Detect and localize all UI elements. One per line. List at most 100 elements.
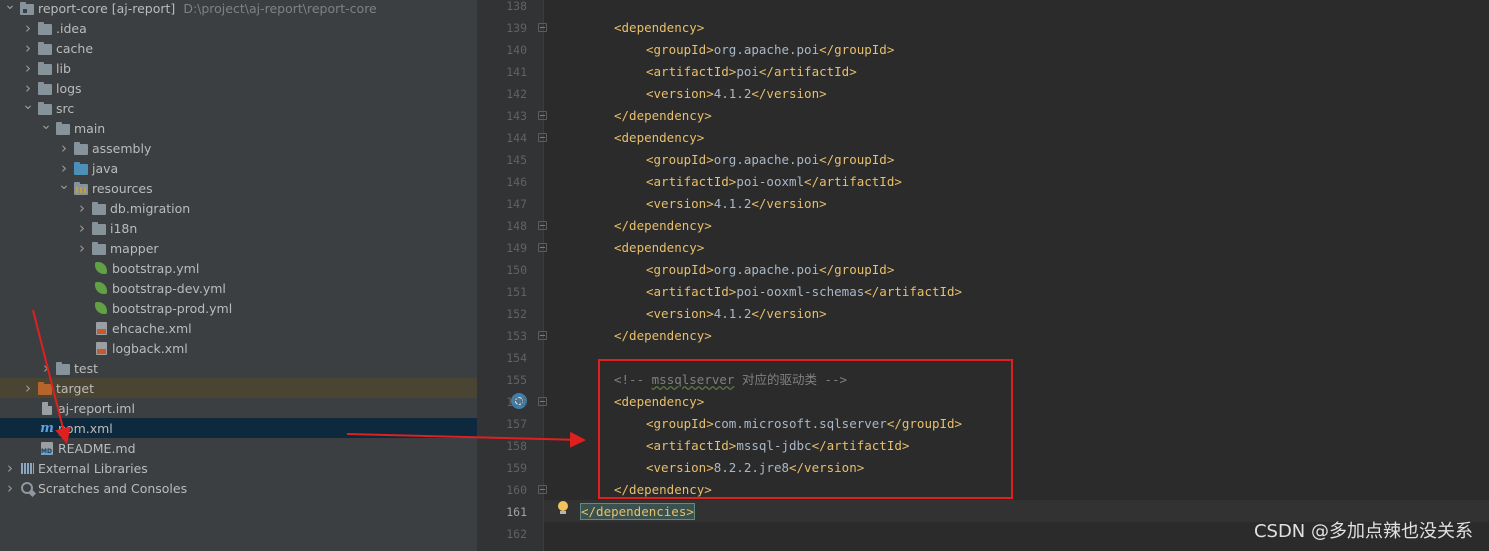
tree-item-ehcache-xml[interactable]: ehcache.xml	[0, 318, 477, 338]
code-line[interactable]: <dependency>	[614, 127, 704, 149]
tree-item-target[interactable]: target	[0, 378, 477, 398]
tree-item-db-migration[interactable]: db.migration	[0, 198, 477, 218]
line-number[interactable]: 150	[477, 259, 527, 281]
line-number[interactable]: 153	[477, 325, 527, 347]
code-line[interactable]: <groupId>org.apache.poi</groupId>	[646, 149, 894, 171]
line-number[interactable]: 145	[477, 149, 527, 171]
chevron-right-icon[interactable]	[76, 198, 88, 218]
line-number[interactable]: 158	[477, 435, 527, 457]
tree-item-mapper[interactable]: mapper	[0, 238, 477, 258]
tree-item-bootstrap-dev-yml[interactable]: bootstrap-dev.yml	[0, 278, 477, 298]
tree-item-label: .idea	[56, 20, 87, 36]
tree-item-main[interactable]: main	[0, 118, 477, 138]
tree-item-i18n[interactable]: i18n	[0, 218, 477, 238]
fold-marker-icon[interactable]	[538, 133, 547, 142]
line-number[interactable]: 147	[477, 193, 527, 215]
tree-item-idea[interactable]: .idea	[0, 18, 477, 38]
line-number[interactable]: 143	[477, 105, 527, 127]
code-line[interactable]: <version>4.1.2</version>	[646, 83, 827, 105]
code-line[interactable]: <version>4.1.2</version>	[646, 303, 827, 325]
library-icon	[20, 461, 34, 475]
tree-item-bootstrap-prod-yml[interactable]: bootstrap-prod.yml	[0, 298, 477, 318]
tree-item-readme-md[interactable]: README.md	[0, 438, 477, 458]
tree-item-assembly[interactable]: assembly	[0, 138, 477, 158]
code-line[interactable]: <artifactId>poi</artifactId>	[646, 61, 857, 83]
chevron-right-icon[interactable]	[22, 58, 34, 78]
tree-item-src[interactable]: src	[0, 98, 477, 118]
line-number[interactable]: 160	[477, 479, 527, 501]
code-line[interactable]: </dependency>	[614, 215, 712, 237]
line-number[interactable]: 148	[477, 215, 527, 237]
chevron-right-icon[interactable]	[22, 378, 34, 398]
fold-marker-icon[interactable]	[538, 111, 547, 120]
tree-item-aj-report-iml[interactable]: aj-report.iml	[0, 398, 477, 418]
code-token: </groupId>	[819, 42, 895, 57]
chevron-down-icon[interactable]	[40, 118, 52, 138]
project-tree-panel[interactable]: report-core [aj-report] D:\project\aj-re…	[0, 0, 477, 551]
line-number[interactable]: 139	[477, 17, 527, 39]
tree-root-report-core[interactable]: report-core [aj-report] D:\project\aj-re…	[0, 0, 477, 18]
tree-item-java[interactable]: java	[0, 158, 477, 178]
fold-marker-icon[interactable]	[538, 23, 547, 32]
line-number[interactable]: 161	[477, 501, 527, 523]
chevron-right-icon[interactable]	[76, 218, 88, 238]
line-number[interactable]: 157	[477, 413, 527, 435]
lightbulb-icon[interactable]	[556, 501, 570, 517]
line-number[interactable]: 156	[477, 391, 527, 413]
line-number[interactable]: 142	[477, 83, 527, 105]
line-number[interactable]: 138	[477, 0, 527, 17]
fold-marker-icon[interactable]	[538, 331, 547, 340]
chevron-right-icon[interactable]	[4, 478, 16, 498]
chevron-right-icon[interactable]	[4, 458, 16, 478]
tree-item-test[interactable]: test	[0, 358, 477, 378]
line-number[interactable]: 140	[477, 39, 527, 61]
fold-marker-icon[interactable]	[538, 397, 547, 406]
tree-item-external-libraries[interactable]: External Libraries	[0, 458, 477, 478]
line-number[interactable]: 149	[477, 237, 527, 259]
line-number[interactable]: 152	[477, 303, 527, 325]
line-number[interactable]: 159	[477, 457, 527, 479]
fold-marker-icon[interactable]	[538, 221, 547, 230]
code-line[interactable]: <dependency>	[614, 17, 704, 39]
code-line[interactable]: <artifactId>poi-ooxml</artifactId>	[646, 171, 902, 193]
tree-item-pom-xml[interactable]: m pom.xml	[0, 418, 477, 438]
line-number[interactable]: 146	[477, 171, 527, 193]
chevron-right-icon[interactable]	[58, 158, 70, 178]
tree-item-lib[interactable]: lib	[0, 58, 477, 78]
chevron-down-icon[interactable]	[22, 98, 34, 118]
line-number[interactable]: 144	[477, 127, 527, 149]
code-line[interactable]: <artifactId>poi-ooxml-schemas</artifactI…	[646, 281, 962, 303]
code-line[interactable]: <groupId>org.apache.poi</groupId>	[646, 39, 894, 61]
code-line[interactable]: </dependency>	[614, 105, 712, 127]
line-number[interactable]: 141	[477, 61, 527, 83]
code-line[interactable]: </dependencies>	[580, 501, 695, 523]
chevron-right-icon[interactable]	[58, 138, 70, 158]
chevron-right-icon[interactable]	[76, 238, 88, 258]
code-line[interactable]: <dependency>	[614, 237, 704, 259]
tree-item-bootstrap-yml[interactable]: bootstrap.yml	[0, 258, 477, 278]
code-token: <artifactId>	[646, 284, 737, 299]
tree-item-resources[interactable]: resources	[0, 178, 477, 198]
line-number[interactable]: 155	[477, 369, 527, 391]
tree-item-cache[interactable]: cache	[0, 38, 477, 58]
line-number[interactable]: 162	[477, 523, 527, 545]
tree-item-logs[interactable]: logs	[0, 78, 477, 98]
chevron-right-icon[interactable]	[22, 18, 34, 38]
code-line[interactable]: <groupId>org.apache.poi</groupId>	[646, 259, 894, 281]
chevron-right-icon[interactable]	[22, 78, 34, 98]
tree-item-label: bootstrap-prod.yml	[112, 300, 233, 316]
code-line[interactable]: <version>4.1.2</version>	[646, 193, 827, 215]
chevron-right-icon[interactable]	[40, 358, 52, 378]
fold-marker-icon[interactable]	[538, 485, 547, 494]
line-number[interactable]: 154	[477, 347, 527, 369]
tree-item-scratches[interactable]: Scratches and Consoles	[0, 478, 477, 498]
code-token: poi-ooxml	[736, 174, 805, 189]
code-line[interactable]: </dependency>	[614, 325, 712, 347]
tree-item-logback-xml[interactable]: logback.xml	[0, 338, 477, 358]
chevron-down-icon[interactable]	[4, 0, 16, 18]
chevron-right-icon[interactable]	[22, 38, 34, 58]
line-number[interactable]: 151	[477, 281, 527, 303]
chevron-down-icon[interactable]	[58, 178, 70, 198]
fold-marker-icon[interactable]	[538, 243, 547, 252]
folder-icon	[92, 241, 106, 255]
